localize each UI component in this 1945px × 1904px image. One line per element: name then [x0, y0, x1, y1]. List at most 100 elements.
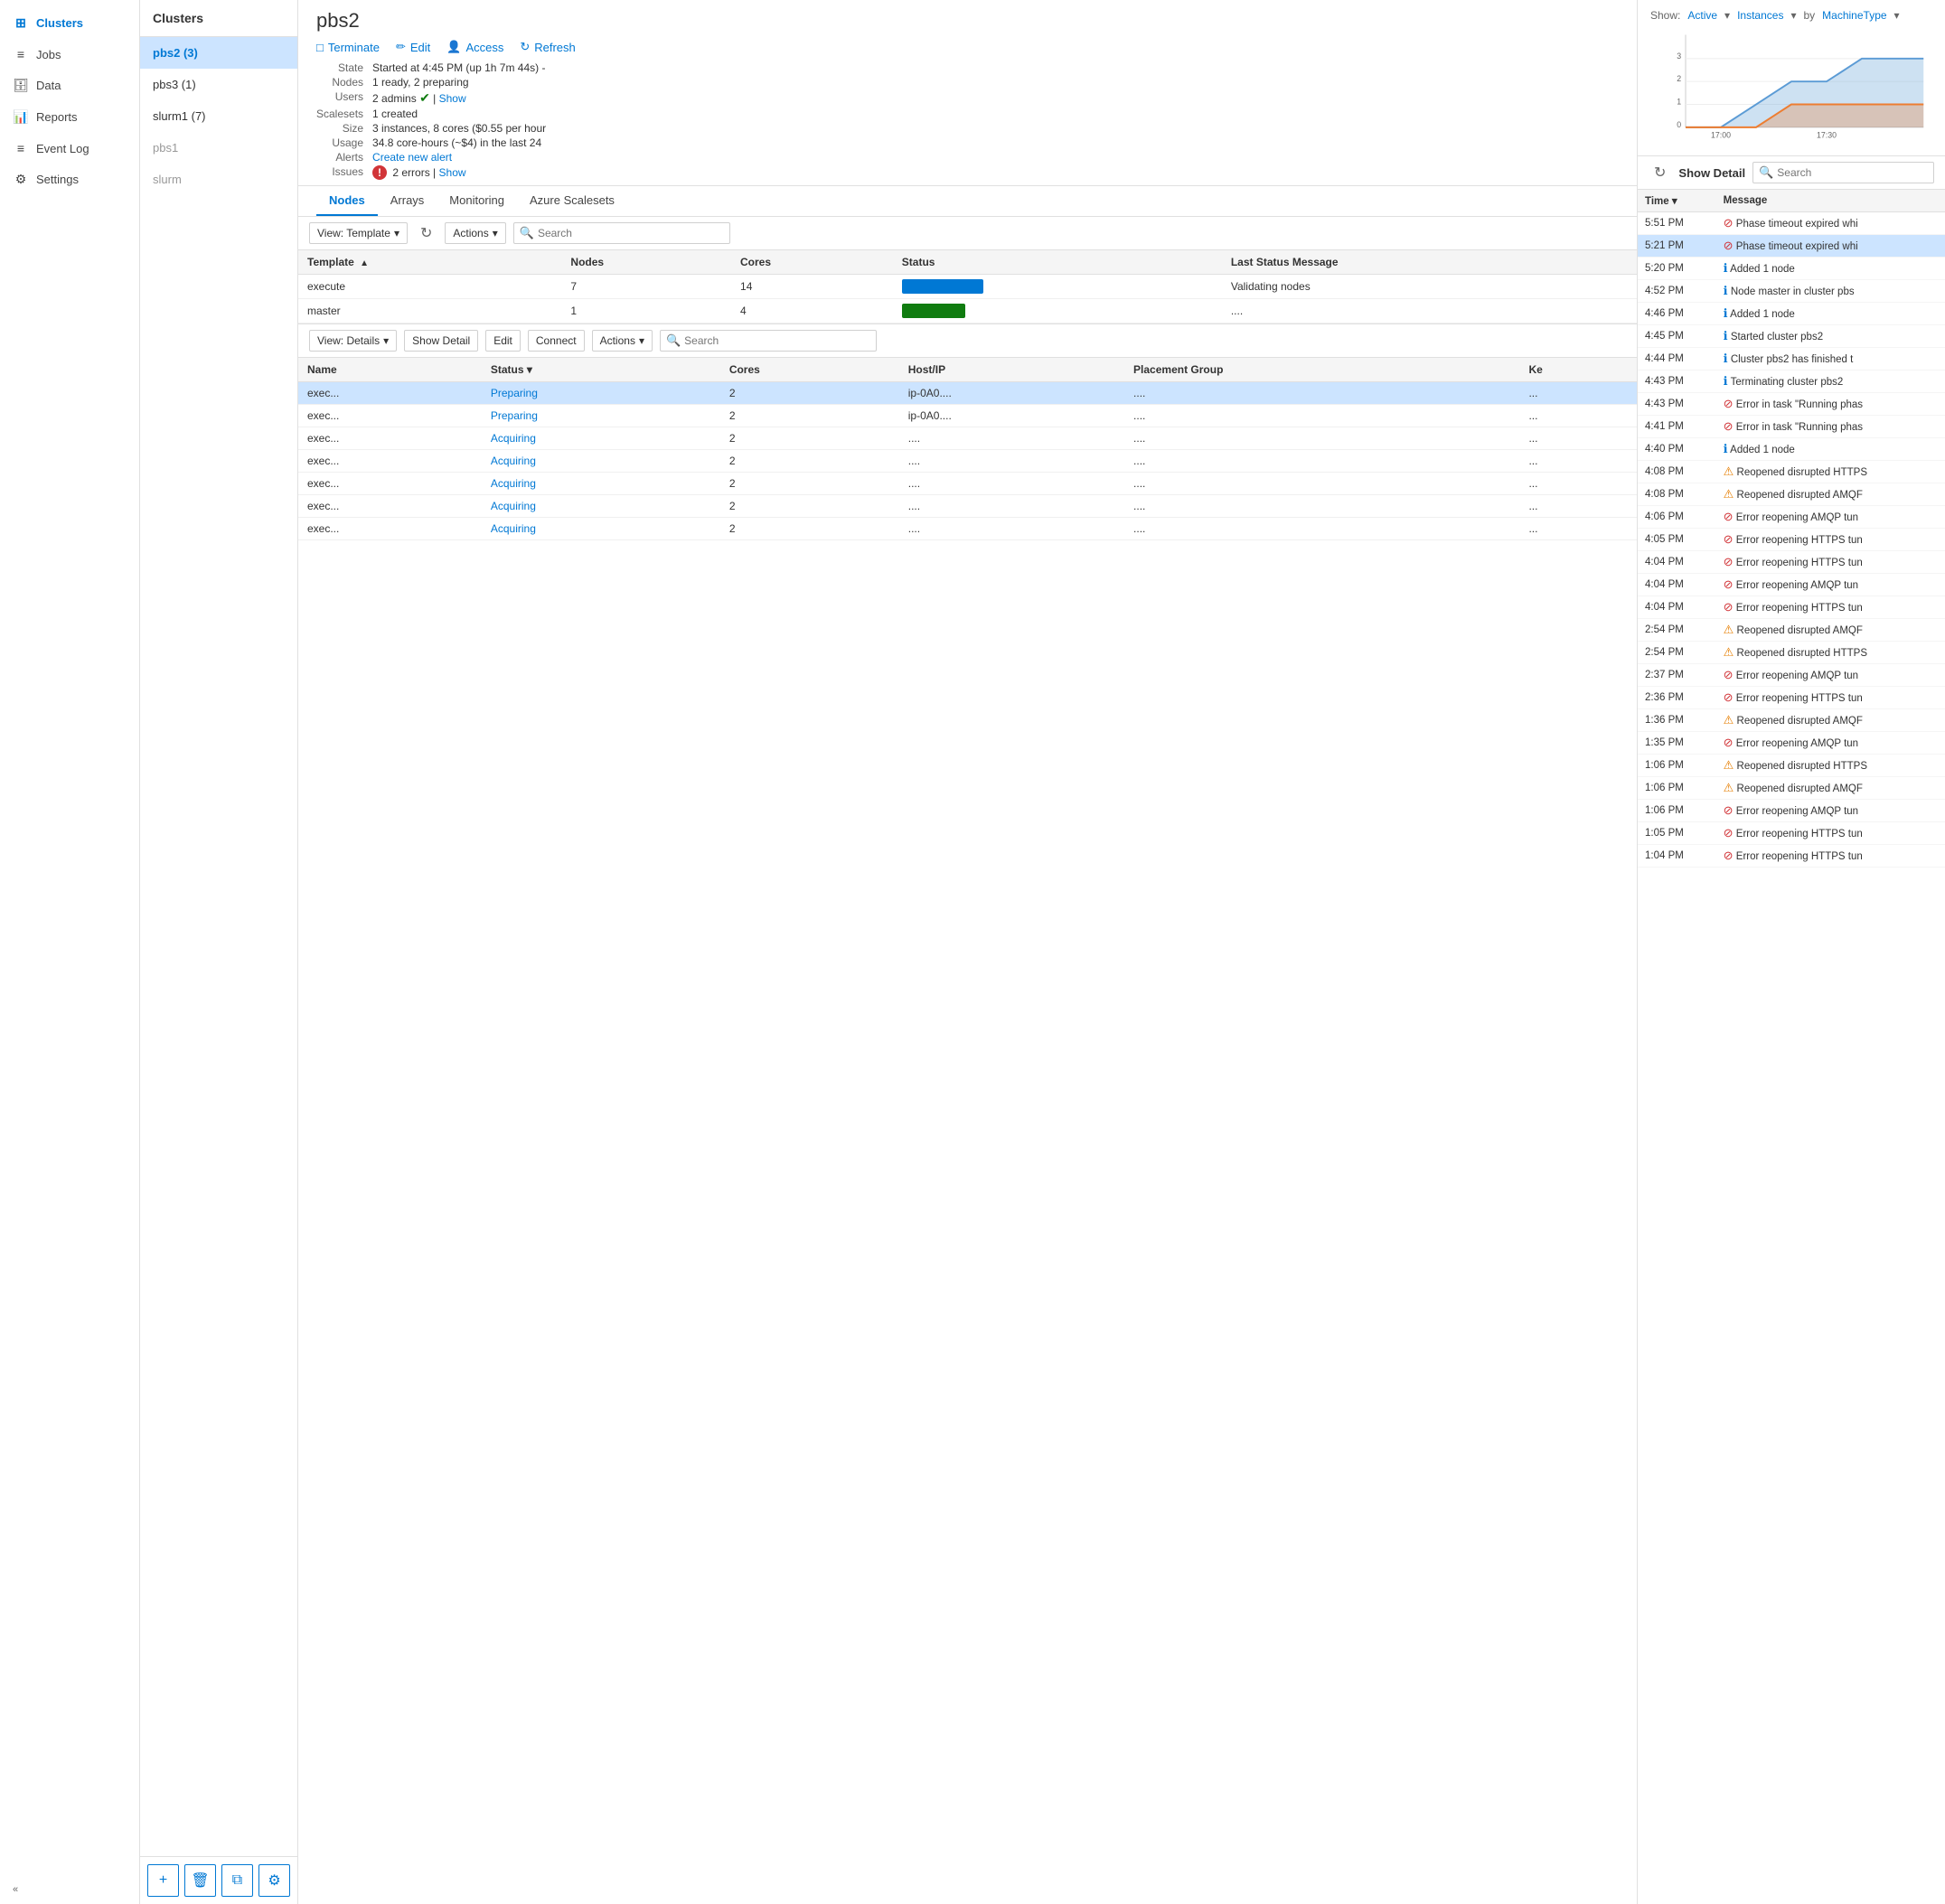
tab-monitoring[interactable]: Monitoring: [437, 186, 517, 216]
active-toggle[interactable]: Active: [1687, 9, 1717, 22]
instances-edit-button[interactable]: Edit: [485, 330, 521, 352]
table-row[interactable]: exec... Acquiring 2 .... .... ...: [298, 450, 1637, 473]
list-item[interactable]: 1:36 PM ⚠ Reopened disrupted AMQF: [1638, 709, 1945, 732]
table-row[interactable]: master 1 4 ....: [298, 299, 1637, 324]
sidebar-item-data[interactable]: 🗄 Data: [0, 70, 139, 101]
table-row[interactable]: exec... Preparing 2 ip-0A0.... .... ...: [298, 382, 1637, 405]
inst-col-cores[interactable]: Cores: [720, 358, 899, 382]
list-item[interactable]: 1:35 PM ⊘ Error reopening AMQP tun: [1638, 732, 1945, 755]
edit-button[interactable]: ✏ Edit: [396, 40, 430, 54]
list-item[interactable]: 4:45 PM ℹ Started cluster pbs2: [1638, 325, 1945, 348]
instances-actions-button[interactable]: Actions ▾: [592, 330, 653, 352]
instances-toggle[interactable]: Instances: [1737, 9, 1783, 22]
list-item[interactable]: 4:43 PM ⊘ Error in task "Running phas: [1638, 393, 1945, 416]
list-item[interactable]: 5:20 PM ℹ Added 1 node: [1638, 258, 1945, 280]
sidebar-item-jobs-label: Jobs: [36, 48, 61, 61]
cluster-settings-button[interactable]: ⚙: [258, 1864, 290, 1897]
nodes-view-button[interactable]: View: Template ▾: [309, 222, 408, 244]
log-col-message[interactable]: Message: [1716, 190, 1945, 212]
list-item[interactable]: 4:40 PM ℹ Added 1 node: [1638, 438, 1945, 461]
right-panel: Show: Active ▾ Instances ▾ by MachineTyp…: [1638, 0, 1945, 1904]
nodes-col-nodes[interactable]: Nodes: [561, 250, 731, 275]
list-item[interactable]: 4:08 PM ⚠ Reopened disrupted HTTPS: [1638, 461, 1945, 483]
add-cluster-button[interactable]: +: [147, 1864, 179, 1897]
tab-nodes[interactable]: Nodes: [316, 186, 378, 216]
terminate-button[interactable]: □ Terminate: [316, 40, 380, 54]
delete-cluster-button[interactable]: 🗑: [184, 1864, 216, 1897]
nodes-col-message[interactable]: Last Status Message: [1222, 250, 1637, 275]
inst-col-ke[interactable]: Ke: [1519, 358, 1637, 382]
table-row[interactable]: execute 7 14 Validating nodes: [298, 275, 1637, 299]
log-col-time[interactable]: Time ▾: [1638, 190, 1716, 212]
list-item[interactable]: 4:04 PM ⊘ Error reopening HTTPS tun: [1638, 596, 1945, 619]
inst-col-status[interactable]: Status ▾: [482, 358, 720, 382]
sidebar-item-reports[interactable]: 📊 Reports: [0, 101, 139, 133]
sidebar-item-settings[interactable]: ⚙ Settings: [0, 164, 139, 195]
users-show-link[interactable]: Show: [439, 92, 466, 105]
list-item[interactable]: 2:54 PM ⚠ Reopened disrupted HTTPS: [1638, 642, 1945, 664]
cluster-item-pbs3[interactable]: pbs3 (1): [140, 69, 297, 100]
list-item[interactable]: 4:08 PM ⚠ Reopened disrupted AMQF: [1638, 483, 1945, 506]
cluster-item-slurm1[interactable]: slurm1 (7): [140, 100, 297, 132]
sidebar-collapse-button[interactable]: «: [0, 1875, 139, 1904]
inst-col-name[interactable]: Name: [298, 358, 482, 382]
create-alert-link[interactable]: Create new alert: [372, 151, 452, 164]
list-item[interactable]: 4:41 PM ⊘ Error in task "Running phas: [1638, 416, 1945, 438]
instances-search-input[interactable]: [684, 334, 870, 347]
sidebar-item-jobs[interactable]: ≡ Jobs: [0, 39, 139, 70]
list-item[interactable]: 2:54 PM ⚠ Reopened disrupted AMQF: [1638, 619, 1945, 642]
list-item[interactable]: 4:46 PM ℹ Added 1 node: [1638, 303, 1945, 325]
log-search-input[interactable]: [1777, 166, 1928, 179]
list-item[interactable]: 4:44 PM ℹ Cluster pbs2 has finished t: [1638, 348, 1945, 370]
list-item[interactable]: 4:04 PM ⊘ Error reopening HTTPS tun: [1638, 551, 1945, 574]
tab-arrays[interactable]: Arrays: [378, 186, 437, 216]
list-item[interactable]: 1:06 PM ⚠ Reopened disrupted HTTPS: [1638, 755, 1945, 777]
table-row[interactable]: exec... Acquiring 2 .... .... ...: [298, 427, 1637, 450]
inst-col-host[interactable]: Host/IP: [899, 358, 1124, 382]
list-item[interactable]: 5:21 PM ⊘ Phase timeout expired whi: [1638, 235, 1945, 258]
sidebar-item-clusters[interactable]: ⊞ Clusters: [0, 7, 139, 39]
cluster-item-pbs1[interactable]: pbs1: [140, 132, 297, 164]
list-item[interactable]: 4:52 PM ℹ Node master in cluster pbs: [1638, 280, 1945, 303]
log-message-cell: ℹ Cluster pbs2 has finished t: [1716, 348, 1945, 370]
list-item[interactable]: 1:04 PM ⊘ Error reopening HTTPS tun: [1638, 845, 1945, 868]
table-row[interactable]: exec... Acquiring 2 .... .... ...: [298, 495, 1637, 518]
list-item[interactable]: 4:06 PM ⊘ Error reopening AMQP tun: [1638, 506, 1945, 529]
inst-status-cell: Acquiring: [482, 427, 720, 450]
nodes-actions-button[interactable]: Actions ▾: [445, 222, 505, 244]
sidebar-item-eventlog[interactable]: ≡ Event Log: [0, 133, 139, 164]
copy-cluster-button[interactable]: ⧉: [221, 1864, 253, 1897]
cluster-item-slurm[interactable]: slurm: [140, 164, 297, 195]
list-item[interactable]: 4:43 PM ℹ Terminating cluster pbs2: [1638, 370, 1945, 393]
issues-show-link[interactable]: Show: [439, 166, 466, 179]
list-item[interactable]: 5:51 PM ⊘ Phase timeout expired whi: [1638, 212, 1945, 235]
nodes-col-template[interactable]: Template ▲: [298, 250, 561, 275]
nodes-col-cores[interactable]: Cores: [731, 250, 893, 275]
instances-view-button[interactable]: View: Details ▾: [309, 330, 397, 352]
list-item[interactable]: 4:05 PM ⊘ Error reopening HTTPS tun: [1638, 529, 1945, 551]
list-item[interactable]: 2:37 PM ⊘ Error reopening AMQP tun: [1638, 664, 1945, 687]
list-item[interactable]: 1:05 PM ⊘ Error reopening HTTPS tun: [1638, 822, 1945, 845]
log-refresh-button[interactable]: ↻: [1649, 162, 1671, 183]
list-item[interactable]: 4:04 PM ⊘ Error reopening AMQP tun: [1638, 574, 1945, 596]
table-row[interactable]: exec... Preparing 2 ip-0A0.... .... ...: [298, 405, 1637, 427]
table-row[interactable]: exec... Acquiring 2 .... .... ...: [298, 473, 1637, 495]
nodes-search-input[interactable]: [538, 227, 724, 239]
machinetype-toggle[interactable]: MachineType: [1822, 9, 1886, 22]
instances-panel: View: Details ▾ Show Detail Edit Connect…: [298, 324, 1637, 540]
inst-placement-cell: ....: [1124, 450, 1519, 473]
access-button[interactable]: 👤 Access: [446, 40, 503, 54]
cluster-item-pbs2[interactable]: pbs2 (3): [140, 37, 297, 69]
list-item[interactable]: 1:06 PM ⊘ Error reopening AMQP tun: [1638, 800, 1945, 822]
table-row[interactable]: exec... Acquiring 2 .... .... ...: [298, 518, 1637, 540]
list-item[interactable]: 2:36 PM ⊘ Error reopening HTTPS tun: [1638, 687, 1945, 709]
list-item[interactable]: 1:06 PM ⚠ Reopened disrupted AMQF: [1638, 777, 1945, 800]
refresh-button[interactable]: ↻ Refresh: [520, 40, 575, 54]
inst-col-placement[interactable]: Placement Group: [1124, 358, 1519, 382]
nodes-col-status[interactable]: Status: [893, 250, 1222, 275]
connect-button[interactable]: Connect: [528, 330, 585, 352]
show-detail-button[interactable]: Show Detail: [404, 330, 478, 352]
cluster-title: pbs2: [316, 9, 1619, 33]
nodes-refresh-button[interactable]: ↻: [415, 222, 437, 244]
tab-azure-scalesets[interactable]: Azure Scalesets: [517, 186, 627, 216]
